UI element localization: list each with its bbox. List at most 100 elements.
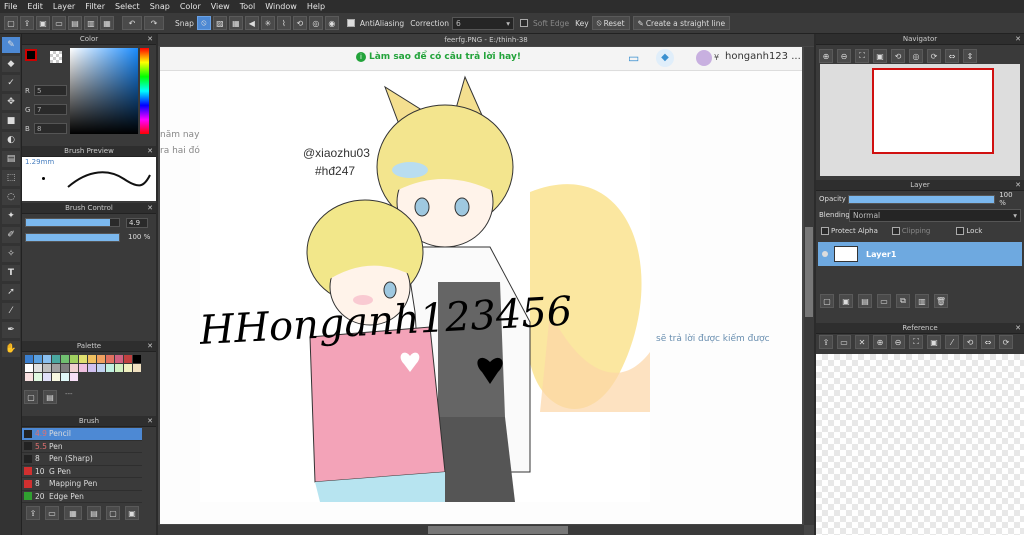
shape-tool-icon[interactable]: ■ <box>2 113 20 129</box>
pen-tool-icon[interactable]: ✒ <box>2 322 20 338</box>
redo-icon[interactable]: ↷ <box>144 16 164 30</box>
brush-opacity-slider[interactable] <box>25 233 120 242</box>
protect-alpha-checkbox[interactable] <box>821 227 829 235</box>
duplicate-layer-icon[interactable]: ⧉ <box>896 294 910 308</box>
palette-swatch[interactable] <box>25 373 33 381</box>
lasso-tool-icon[interactable]: ◌ <box>2 189 20 205</box>
brush-folder-icon[interactable]: ▭ <box>45 506 59 520</box>
canvas-page[interactable]: i Làm sao để có câu trả lời hay! ▭ ◆ ¥ h… <box>160 47 802 524</box>
flip-vertical-icon[interactable]: ⇕ <box>963 49 977 63</box>
select-rect-tool-icon[interactable]: ⬚ <box>2 170 20 186</box>
b-input[interactable]: 8 <box>34 123 67 134</box>
palette-swatch[interactable] <box>25 364 33 372</box>
vertical-scrollbar[interactable] <box>804 47 814 525</box>
reference-close-icon[interactable]: ✕ <box>855 335 869 349</box>
palette-swatch[interactable] <box>88 355 96 363</box>
palette-swatch[interactable] <box>97 355 105 363</box>
g-input[interactable]: 7 <box>34 104 67 115</box>
new-palette-icon[interactable]: ▢ <box>24 390 38 404</box>
snap-radial-icon[interactable]: ✳ <box>260 16 275 30</box>
lock-checkbox[interactable] <box>956 227 965 235</box>
reference-zoom-out-icon[interactable]: ⊖ <box>891 335 905 349</box>
snap-off-icon[interactable]: ⦸ <box>196 16 211 30</box>
visibility-icon[interactable] <box>822 251 828 257</box>
correction-select[interactable]: 6 ▾ <box>452 16 514 30</box>
menu-item-select[interactable]: Select <box>115 2 140 11</box>
close-icon[interactable]: ✕ <box>147 203 153 214</box>
reference-upload-icon[interactable]: ⇪ <box>819 335 833 349</box>
eraser-tool-icon[interactable]: ◆ <box>2 56 20 72</box>
palette-swatch[interactable] <box>70 355 78 363</box>
new-file-icon[interactable]: ▢ <box>4 16 18 30</box>
menu-item-window[interactable]: Window <box>265 2 297 11</box>
palette-swatch[interactable] <box>133 355 141 363</box>
snap-circle-icon[interactable]: ⟲ <box>292 16 307 30</box>
snap-vanish-icon[interactable]: ◀ <box>244 16 259 30</box>
palette-swatch[interactable] <box>43 364 51 372</box>
close-icon[interactable]: ✕ <box>147 416 153 427</box>
palette-swatch[interactable] <box>124 355 132 363</box>
hand-tool-icon[interactable]: ✋ <box>2 341 20 357</box>
palette-swatch[interactable] <box>34 373 42 381</box>
reference-canvas[interactable] <box>816 354 1024 535</box>
brush-item[interactable]: 4.9 Pencil <box>22 428 142 441</box>
rotate-reset-icon[interactable]: ◎ <box>909 49 923 63</box>
palette-swatch[interactable] <box>79 364 87 372</box>
new-1bit-layer-icon[interactable]: ▤ <box>858 294 872 308</box>
move-tool-icon[interactable]: ✥ <box>2 94 20 110</box>
brush-tool-icon[interactable]: ✎ <box>2 37 20 53</box>
close-icon[interactable]: ✕ <box>147 341 153 352</box>
close-icon[interactable]: ✕ <box>1015 180 1021 191</box>
palette-swatch[interactable] <box>52 364 60 372</box>
palette-swatch[interactable] <box>25 355 33 363</box>
palette-swatch[interactable] <box>34 355 42 363</box>
palette-swatch[interactable] <box>70 364 78 372</box>
zoom-in-icon[interactable]: ⊕ <box>819 49 833 63</box>
reference-actual-icon[interactable]: ▣ <box>927 335 941 349</box>
stroke-tool-icon[interactable]: ✓ <box>2 75 20 91</box>
palette-swatch[interactable] <box>79 355 87 363</box>
menu-item-filter[interactable]: Filter <box>85 2 105 11</box>
palette-menu-icon[interactable]: ▤ <box>43 390 57 404</box>
hue-slider[interactable] <box>140 48 149 134</box>
brush-item[interactable]: 8 Mapping Pen <box>22 478 142 491</box>
layers-icon[interactable]: ▦ <box>100 16 114 30</box>
horizontal-scrollbar[interactable] <box>158 525 804 535</box>
menu-item-color[interactable]: Color <box>180 2 201 11</box>
brush-copy-icon[interactable]: ▢ <box>106 506 120 520</box>
r-input[interactable]: 5 <box>34 85 67 96</box>
palette-swatch[interactable] <box>52 355 60 363</box>
zoom-out-icon[interactable]: ⊖ <box>837 49 851 63</box>
undo-icon[interactable]: ↶ <box>122 16 142 30</box>
snap-parallel-icon[interactable]: ▨ <box>212 16 227 30</box>
new-halftone-layer-icon[interactable]: ▣ <box>839 294 853 308</box>
flip-horizontal-icon[interactable]: ⇔ <box>945 49 959 63</box>
close-icon[interactable]: ✕ <box>147 34 153 45</box>
palette-swatch[interactable] <box>115 364 123 372</box>
close-icon[interactable]: ✕ <box>1015 34 1021 45</box>
clipping-checkbox[interactable] <box>891 227 900 235</box>
menu-item-help[interactable]: Help <box>307 2 325 11</box>
reference-flip-icon[interactable]: ⇔ <box>981 335 995 349</box>
palette-swatch[interactable] <box>97 364 105 372</box>
saturation-value-picker[interactable] <box>70 48 138 134</box>
reference-fit-icon[interactable]: ⛶ <box>909 335 923 349</box>
eyedropper-tool-icon[interactable]: ⁄ <box>2 303 20 319</box>
brush-duplicate-icon[interactable]: ▣ <box>125 506 139 520</box>
menu-item-view[interactable]: View <box>211 2 230 11</box>
background-color-swatch[interactable] <box>50 51 62 63</box>
text-tool-icon[interactable]: T <box>2 265 20 281</box>
palette-swatch[interactable] <box>34 364 42 372</box>
palette-swatch[interactable] <box>70 373 78 381</box>
straight-line-button[interactable]: ✎ Create a straight line <box>632 16 731 30</box>
palette-swatch[interactable] <box>133 364 141 372</box>
close-icon[interactable]: ✕ <box>1015 323 1021 334</box>
snap-settings-icon[interactable]: ◉ <box>324 16 339 30</box>
rotate-right-icon[interactable]: ⟳ <box>927 49 941 63</box>
layer-row[interactable]: Layer1 <box>818 242 1022 266</box>
palette-swatch[interactable] <box>43 373 51 381</box>
reference-eyedropper-icon[interactable]: ⁄ <box>945 335 959 349</box>
reference-rotate-left-icon[interactable]: ⟲ <box>963 335 977 349</box>
palette-swatch[interactable] <box>61 373 69 381</box>
menu-item-tool[interactable]: Tool <box>240 2 256 11</box>
